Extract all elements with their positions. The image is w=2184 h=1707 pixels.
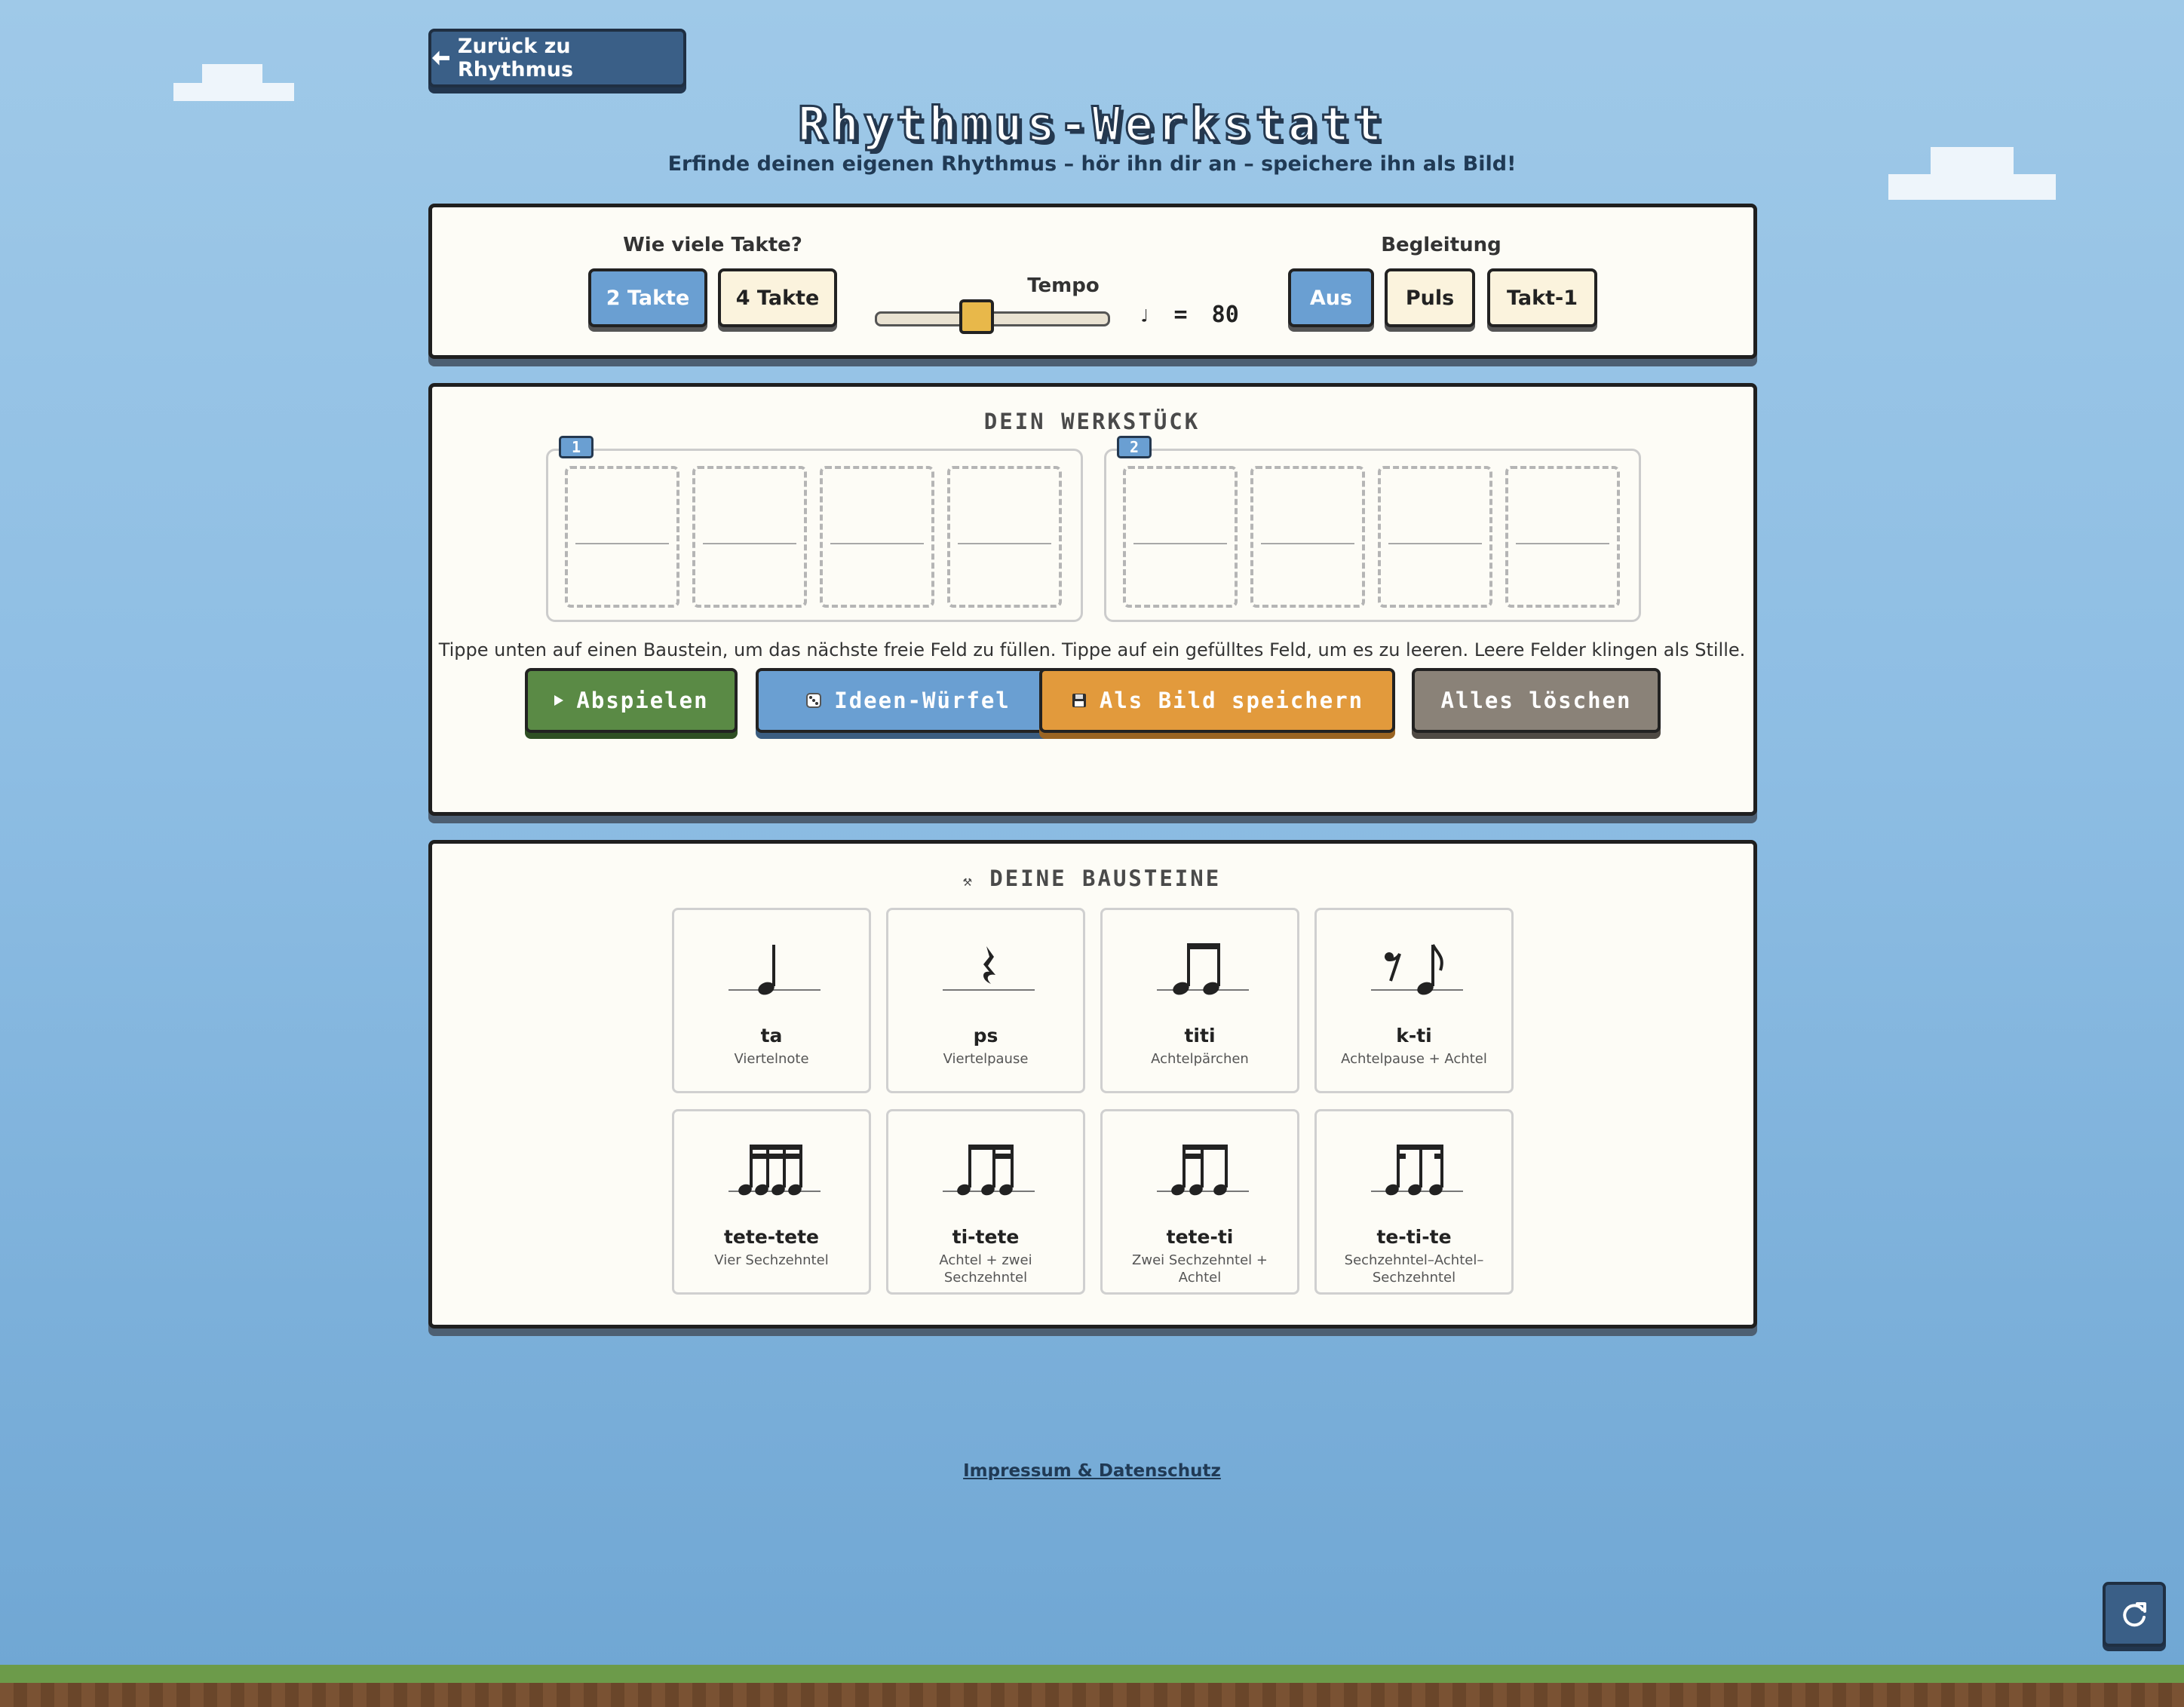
tempo-note-symbol: ♩ xyxy=(1139,305,1150,326)
back-button-label: Zurück zu Rhythmus xyxy=(457,35,574,81)
dirt-strip xyxy=(0,1683,2184,1707)
bausteine-title-text: DEINE BAUSTEINE xyxy=(989,866,1222,891)
reload-button[interactable] xyxy=(2103,1582,2166,1647)
hammer-icon: ⚒ xyxy=(962,872,974,890)
baustein-description: Achtelpause + Achtel xyxy=(1341,1051,1487,1067)
rhythm-slot[interactable] xyxy=(1378,466,1492,608)
begleitung-option-aus[interactable]: Aus xyxy=(1288,268,1374,327)
baustein-k-ti[interactable]: k-ti Achtelpause + Achtel xyxy=(1314,908,1514,1093)
impressum-link-text[interactable]: Impressum & Datenschutz xyxy=(963,1461,1221,1481)
rhythm-slot[interactable] xyxy=(565,466,679,608)
rhythm-slot[interactable] xyxy=(947,466,1062,608)
begleitung-option-puls[interactable]: Puls xyxy=(1385,268,1475,327)
play-button[interactable]: Abspielen xyxy=(525,668,738,733)
takte-option-2[interactable]: 2 Takte xyxy=(588,268,707,327)
tempo-slider-thumb[interactable] xyxy=(959,299,994,334)
takte-option-4[interactable]: 4 Takte xyxy=(718,268,837,327)
baustein-description: Achtelpärchen xyxy=(1151,1051,1249,1067)
baustein-name: te-ti-te xyxy=(1376,1226,1452,1248)
measure-number: 1 xyxy=(559,436,594,458)
tempo-value: 80 xyxy=(1211,302,1239,328)
page-title: Rhythmus-Werkstatt xyxy=(797,96,1386,153)
play-icon xyxy=(554,695,564,706)
save-image-button[interactable]: Als Bild speichern xyxy=(1039,668,1395,733)
sixteenth-eighth-sixteenth-icon xyxy=(1371,1145,1463,1196)
begleitung-option-takt1[interactable]: Takt-1 xyxy=(1487,268,1597,327)
baustein-tete-tete[interactable]: tete-tete Vier Sechzehntel xyxy=(672,1109,871,1295)
baustein-name: titi xyxy=(1184,1025,1216,1047)
measure-2: 2 xyxy=(1104,436,1641,622)
baustein-description: Vier Sechzehntel xyxy=(714,1252,829,1268)
eighth-rest-eighth-icon xyxy=(1371,944,1463,995)
baustein-ta[interactable]: ta Viertelnote xyxy=(672,908,871,1093)
cloud-decoration xyxy=(202,64,262,84)
eighth-pair-icon xyxy=(1157,943,1249,995)
arrow-left-icon xyxy=(431,51,449,66)
tempo-readout: ♩ = 80 xyxy=(1139,302,1239,328)
tempo-equals: = xyxy=(1173,302,1188,328)
rhythm-slot[interactable] xyxy=(692,466,807,608)
baustein-description: Achtel + zwei Sechzehntel xyxy=(939,1252,1032,1286)
baustein-ti-tete[interactable]: ti-tete Achtel + zwei Sechzehntel xyxy=(886,1109,1085,1295)
werkstueck-hint: Tippe unten auf einen Baustein, um das n… xyxy=(438,639,1746,660)
measure-1: 1 xyxy=(546,436,1083,622)
rhythm-slot[interactable] xyxy=(820,466,934,608)
baustein-titi[interactable]: titi Achtelpärchen xyxy=(1100,908,1299,1093)
dice-button-label: Ideen-Würfel xyxy=(834,688,1011,713)
clear-all-button[interactable]: Alles löschen xyxy=(1412,668,1661,733)
cloud-decoration xyxy=(1888,174,2056,200)
takte-label: Wie viele Takte? xyxy=(623,234,802,256)
baustein-name: tete-tete xyxy=(723,1226,819,1248)
bausteine-panel xyxy=(428,840,1757,1329)
back-to-rhythmus-button[interactable]: Zurück zu Rhythmus xyxy=(428,29,686,87)
baustein-name: k-ti xyxy=(1396,1025,1432,1047)
baustein-te-ti-te[interactable]: te-ti-te Sechzehntel–Achtel–Sechzehntel xyxy=(1314,1109,1514,1295)
werkstueck-title: DEIN WERKSTÜCK xyxy=(983,409,1201,434)
baustein-tete-ti[interactable]: tete-ti Zwei Sechzehntel + Achtel xyxy=(1100,1109,1299,1295)
quarter-note-icon xyxy=(729,945,821,995)
baustein-ps[interactable]: ps Viertelpause xyxy=(886,908,1085,1093)
eighth-two-sixteenths-icon xyxy=(943,1145,1035,1196)
grass-strip xyxy=(0,1665,2184,1683)
begleitung-label: Begleitung xyxy=(1381,234,1502,256)
baustein-description: Zwei Sechzehntel + Achtel xyxy=(1132,1252,1268,1286)
floppy-disk-icon xyxy=(1072,694,1086,707)
baustein-name: ta xyxy=(760,1025,783,1047)
baustein-name: tete-ti xyxy=(1166,1226,1234,1248)
rhythm-slot[interactable] xyxy=(1123,466,1238,608)
rhythm-slot[interactable] xyxy=(1505,466,1620,608)
tempo-label: Tempo xyxy=(1027,274,1100,297)
baustein-description: Viertelnote xyxy=(734,1051,809,1067)
baustein-name: ps xyxy=(973,1025,998,1047)
bausteine-title: ⚒ DEINE BAUSTEINE xyxy=(0,866,2184,891)
baustein-description: Viertelpause xyxy=(943,1051,1029,1067)
measure-number: 2 xyxy=(1117,436,1152,458)
dice-icon xyxy=(806,693,822,708)
rhythm-slot[interactable] xyxy=(1250,466,1365,608)
baustein-description: Sechzehntel–Achtel–Sechzehntel xyxy=(1344,1252,1484,1286)
clear-all-button-label: Alles löschen xyxy=(1440,688,1632,713)
baustein-name: ti-tete xyxy=(952,1226,1020,1248)
two-sixteenths-eighth-icon xyxy=(1157,1145,1249,1196)
impressum-link[interactable]: Impressum & Datenschutz xyxy=(0,1461,2184,1481)
page-subtitle: Erfinde deinen eigenen Rhythmus – hör ih… xyxy=(667,152,1517,176)
dice-button[interactable]: Ideen-Würfel xyxy=(756,668,1060,733)
refresh-icon xyxy=(2123,1602,2146,1627)
four-sixteenths-icon xyxy=(729,1145,821,1196)
save-image-button-label: Als Bild speichern xyxy=(1099,688,1364,713)
play-button-label: Abspielen xyxy=(576,688,709,713)
quarter-rest-icon xyxy=(943,946,1035,991)
